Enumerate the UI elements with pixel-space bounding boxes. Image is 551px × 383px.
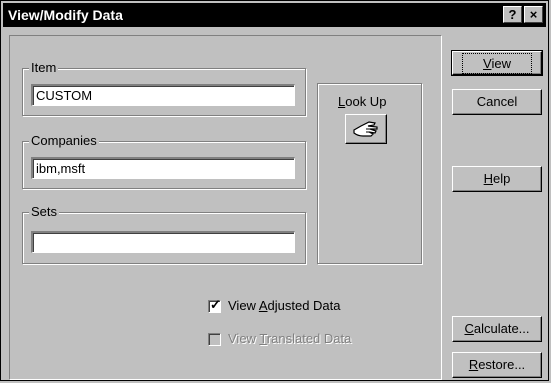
help-button-label: Help	[483, 171, 511, 186]
close-icon: ×	[529, 7, 538, 22]
restore-button-label: Restore...	[468, 357, 526, 372]
view-translated-data-checkbox[interactable]	[208, 333, 221, 346]
cancel-button[interactable]: Cancel	[452, 89, 542, 115]
dialog-title: View/Modify Data	[8, 7, 123, 23]
view-adjusted-data-checkbox[interactable]: ✓	[208, 297, 221, 313]
companies-input[interactable]: ibm,msft	[31, 157, 295, 179]
title-close-button[interactable]: ×	[524, 6, 543, 23]
item-group: Item CUSTOM	[22, 60, 306, 116]
item-group-label: Item	[29, 60, 59, 75]
lookup-group: Look Up	[317, 83, 422, 264]
checkmark-icon: ✓	[210, 297, 221, 312]
calculate-button-label: Calculate...	[464, 321, 530, 336]
lookup-button[interactable]	[345, 114, 387, 144]
companies-group-label: Companies	[29, 133, 99, 148]
companies-group: Companies ibm,msft	[22, 133, 306, 189]
view-button-label: View	[462, 53, 532, 74]
sets-input[interactable]	[31, 231, 295, 253]
help-button[interactable]: Help	[452, 166, 542, 192]
view-button[interactable]: View	[451, 50, 543, 76]
lookup-label: Look Up	[338, 94, 387, 109]
view-modify-data-dialog: View/Modify Data ? × Item CUSTOM Compani…	[0, 0, 549, 381]
title-bar[interactable]: View/Modify Data ? ×	[3, 3, 546, 27]
dialog-client-area: Item CUSTOM Companies ibm,msft Sets Look…	[9, 35, 442, 380]
title-help-button[interactable]: ?	[503, 6, 522, 23]
question-mark-icon: ?	[508, 7, 517, 22]
sets-group: Sets	[22, 204, 306, 264]
restore-button[interactable]: Restore...	[452, 352, 542, 378]
view-adjusted-data-label[interactable]: View Adjusted Data	[228, 298, 341, 313]
item-input[interactable]: CUSTOM	[31, 84, 295, 106]
pointing-hand-icon	[353, 121, 378, 137]
cancel-button-label: Cancel	[476, 94, 518, 109]
view-translated-data-label: View Translated Data	[228, 331, 352, 346]
calculate-button[interactable]: Calculate...	[452, 316, 542, 342]
sets-group-label: Sets	[29, 204, 60, 219]
